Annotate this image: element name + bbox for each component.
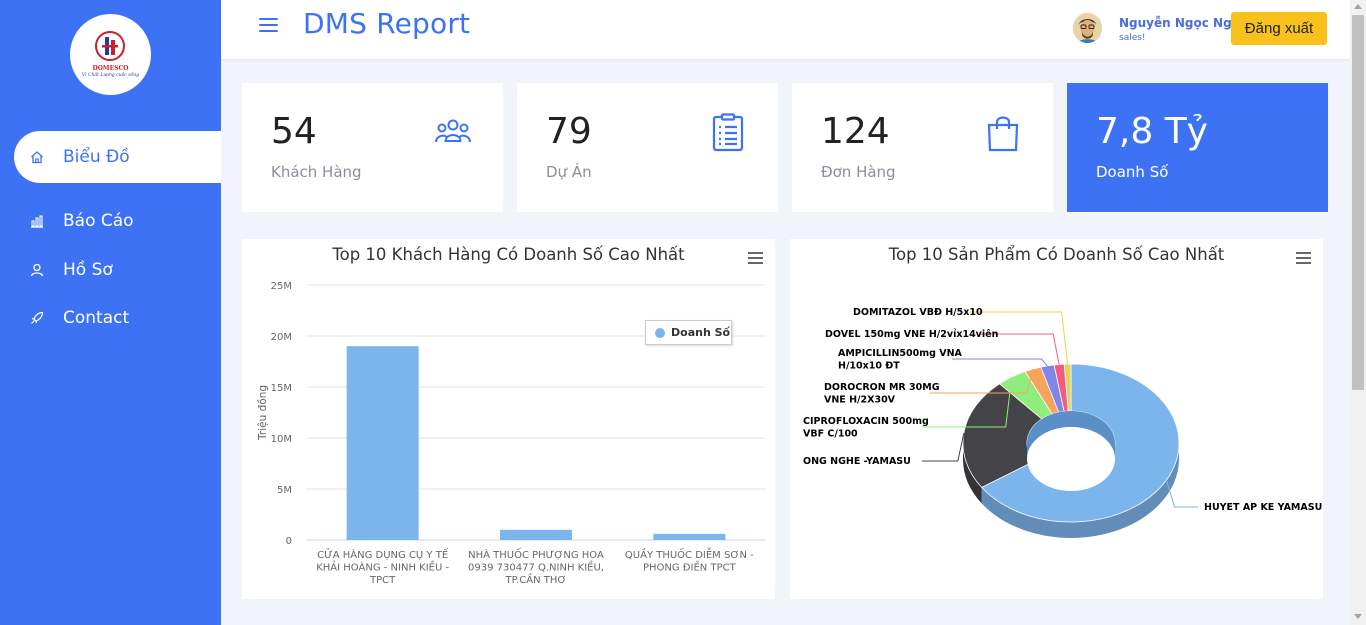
bar-chart-svg: 0 5M 10M 15M 20M 25M Triệu đồng CỬA HÀNG DỤNG C… — [257, 281, 766, 586]
chart-menu-icon[interactable] — [1296, 252, 1312, 264]
sidebar-item-bieu-do[interactable]: Biểu Đồ — [14, 131, 221, 183]
user-icon — [30, 263, 44, 277]
top-header: DMS Report Nguyễn Ngọc Ngân sales! Đăng … — [221, 0, 1350, 59]
rocket-icon — [31, 311, 44, 324]
y-tick-label: 0 — [286, 536, 292, 547]
sidebar-item-label: Contact — [63, 308, 130, 328]
stat-label: Khách Hàng — [271, 163, 362, 181]
user-role: sales! — [1119, 33, 1146, 43]
x-tick-label: TPCT — [369, 575, 396, 586]
home-icon — [31, 151, 43, 164]
bar-chart-icon — [31, 215, 43, 228]
legend-label: Doanh Số — [671, 326, 731, 339]
stat-value: 79 — [546, 111, 592, 152]
x-tick-label: TP.CẦN THƠ — [504, 572, 566, 586]
top-customers-chart: 0 5M 10M 15M 20M 25M Triệu đồng CỬA HÀNG DỤNG C… — [242, 239, 775, 599]
stat-value: 54 — [271, 111, 317, 152]
pie-slice-label: H/10x10 ĐT — [838, 361, 900, 372]
top-products-chart: HUYET AP KE YAMASU ONG NGHE -YAMASU CIPROF… — [790, 239, 1323, 599]
x-tick-label: CỬA HÀNG DỤNG CỤ Y TẾ — [317, 547, 449, 561]
logo-slogan: Vì Chất Lượng cuộc sống — [81, 73, 140, 78]
y-axis-label: Triệu đồng — [257, 385, 269, 441]
sidebar: DOMESCO Vì Chất Lượng cuộc sống Biểu Đồ … — [0, 0, 221, 625]
sidebar-item-ho-so[interactable]: Hồ Sơ — [14, 244, 221, 296]
chart-title: Top 10 Khách Hàng Có Doanh Số Cao Nhất — [332, 245, 685, 264]
clipboard-icon — [712, 113, 744, 152]
y-tick-label: 25M — [271, 281, 292, 292]
pie-slice-label: DOMITAZOL VBĐ H/5x10 — [853, 307, 983, 318]
company-logo[interactable]: DOMESCO Vì Chất Lượng cuộc sống — [70, 14, 151, 95]
x-tick-label: QUẦY THUỐC DIỄM SƠN - — [625, 546, 754, 561]
y-tick-label: 20M — [271, 332, 292, 343]
stat-value: 124 — [821, 111, 890, 152]
sidebar-item-label: Hồ Sơ — [63, 260, 113, 280]
pie-slice-label: DOROCRON MR 30MG — [824, 382, 940, 393]
page-scrollbar[interactable] — [1350, 0, 1366, 625]
scroll-up-arrow-icon[interactable] — [1354, 4, 1362, 9]
x-tick-label: NHÀ THUỐC PHƯỢNG HOA — [468, 547, 604, 561]
stat-card-orders[interactable]: 124 Đơn Hàng — [792, 83, 1053, 212]
sidebar-item-contact[interactable]: Contact — [14, 292, 221, 344]
avatar-icon — [1073, 13, 1102, 43]
pie-slice-label: VBF C/100 — [803, 429, 858, 440]
stat-card-customers[interactable]: 54 Khách Hàng — [242, 83, 503, 212]
user-name[interactable]: Nguyễn Ngọc Ngân — [1119, 16, 1248, 30]
stat-card-projects[interactable]: 79 Dự Án — [517, 83, 778, 212]
stat-label: Dự Án — [546, 163, 592, 181]
y-tick-label: 15M — [271, 383, 292, 394]
pie-slice-label: ONG NGHE -YAMASU — [803, 456, 911, 467]
bar[interactable] — [653, 533, 726, 540]
x-tick-label: PHONG ĐIỀN TPCT — [643, 560, 737, 574]
sidebar-item-label: Báo Cáo — [63, 211, 134, 231]
scroll-thumb[interactable] — [1352, 15, 1364, 390]
stat-label: Doanh Số — [1096, 163, 1169, 181]
shopping-bag-icon — [987, 116, 1019, 152]
y-tick-label: 5M — [277, 485, 292, 496]
y-tick-label: 10M — [271, 434, 292, 445]
donut-hole — [1027, 427, 1115, 491]
pie-slice-label: VNE H/2X30V — [824, 395, 896, 406]
pie-slice-label: AMPICILLIN500mg VNA — [838, 348, 963, 359]
menu-toggle-icon[interactable] — [259, 18, 279, 34]
users-icon — [435, 119, 471, 143]
logout-button[interactable]: Đăng xuất — [1231, 12, 1327, 45]
sidebar-item-bao-cao[interactable]: Báo Cáo — [14, 195, 221, 247]
pie-connector-line — [922, 432, 965, 462]
x-tick-label: 0939 730477 Q.NINH KIỀU, — [468, 560, 604, 574]
chart-menu-icon[interactable] — [748, 252, 764, 264]
sidebar-item-label: Biểu Đồ — [63, 147, 130, 167]
pie-slice-label: CIPROFLOXACIN 500mg — [803, 416, 929, 427]
pie-slice-label: HUYET AP KE YAMASU — [1204, 502, 1322, 513]
stat-label: Đơn Hàng — [821, 163, 896, 181]
page-title: DMS Report — [303, 7, 471, 40]
pie-chart-svg: HUYET AP KE YAMASU ONG NGHE -YAMASU CIPROF… — [803, 307, 1322, 539]
avatar[interactable] — [1073, 13, 1102, 43]
logo-brand: DOMESCO — [92, 65, 129, 72]
bar[interactable] — [346, 346, 419, 540]
chart-title: Top 10 Sản Phẩm Có Doanh Số Cao Nhất — [888, 245, 1225, 264]
chart-legend[interactable]: Doanh Số — [645, 320, 732, 345]
stat-card-revenue[interactable]: 7,8 Tỷ Doanh Số — [1067, 83, 1328, 212]
scroll-down-arrow-icon[interactable] — [1354, 614, 1362, 619]
x-tick-label: KHẢI HOÀNG - NINH KIỀU - — [316, 560, 449, 574]
pie-connector-line — [952, 358, 1048, 367]
legend-marker-icon — [655, 327, 665, 338]
bar[interactable] — [500, 529, 572, 540]
domesco-logo-icon — [95, 31, 125, 61]
pie-slice-label: DOVEL 150mg VNE H/2vỉx14viên — [825, 329, 999, 340]
stat-value: 7,8 Tỷ — [1096, 111, 1208, 152]
